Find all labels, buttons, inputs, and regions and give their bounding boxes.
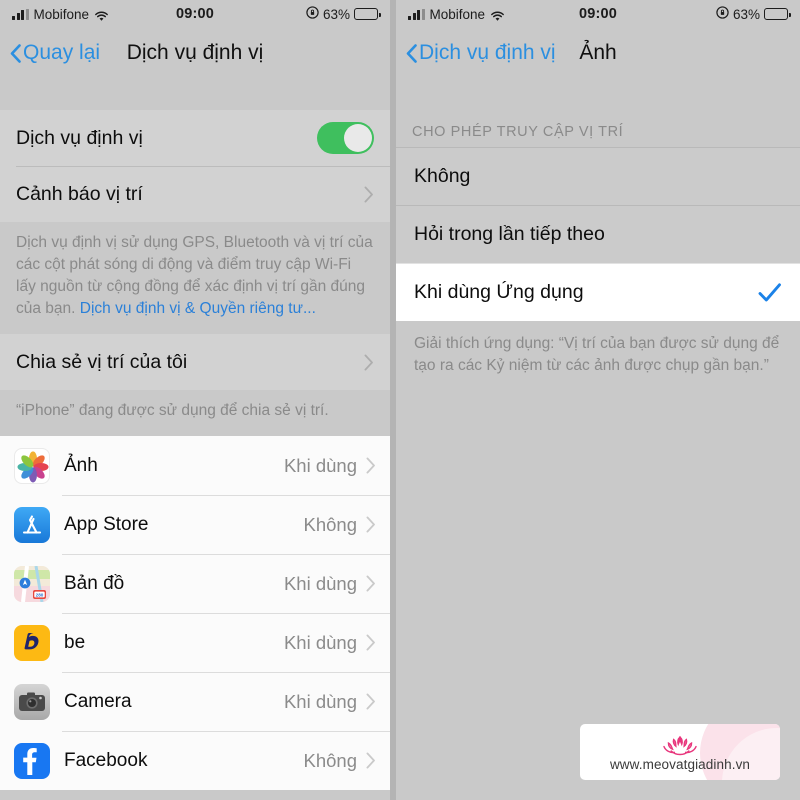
screenshot-root: Mobifone 09:00 63% Quay lại Dịch vụ định…	[0, 0, 800, 800]
location-services-description: Dịch vụ định vị sử dụng GPS, Bluetooth v…	[0, 222, 390, 334]
facebook-app-icon	[14, 742, 50, 779]
battery-percent-label: 63%	[322, 6, 350, 22]
chevron-right-icon	[366, 752, 376, 769]
spacer-top-right	[396, 78, 800, 110]
app-permission-value: Khi dùng	[283, 631, 357, 653]
app-permission-value: Khi dùng	[283, 572, 357, 594]
row-location-services[interactable]: Dịch vụ định vị	[0, 110, 390, 166]
chevron-right-icon	[366, 516, 376, 533]
app-row-camera[interactable]: Camera Khi dùng	[0, 672, 390, 731]
back-button-label: Dịch vụ định vị	[419, 41, 556, 64]
section-header-allow-location-access: CHO PHÉP TRUY CẬP VỊ TRÍ	[396, 110, 800, 147]
app-permissions-list: Ảnh Khi dùng App Store Không 280 Bản đồ …	[0, 436, 390, 790]
location-services-group: Dịch vụ định vị Cảnh báo vị trí	[0, 110, 390, 222]
app-name-label: Camera	[64, 690, 132, 712]
app-row-maps[interactable]: 280 Bản đồ Khi dùng	[0, 554, 390, 613]
app-row-photos[interactable]: Ảnh Khi dùng	[0, 436, 390, 495]
option-label: Hỏi trong lần tiếp theo	[414, 222, 605, 245]
status-bar-left: Mobifone 09:00 63%	[0, 0, 390, 28]
chevron-left-icon	[406, 43, 417, 63]
watermark-url: www.meovatgiadinh.vn	[609, 757, 751, 772]
chevron-right-icon	[366, 693, 376, 710]
option-label: Không	[414, 164, 471, 187]
photos-app-icon	[14, 447, 50, 484]
app-permission-value: Khi dùng	[283, 454, 357, 476]
location-services-toggle[interactable]	[317, 122, 374, 154]
app-explanation-text: Giải thích ứng dụng: “Vị trí của bạn đượ…	[396, 321, 800, 392]
option-row-while-using-app[interactable]: Khi dùng Ứng dụng	[396, 263, 800, 321]
share-location-group: Chia sẻ vị trí của tôi	[0, 334, 390, 390]
spacer-top-left	[0, 78, 390, 110]
chevron-right-icon	[364, 186, 374, 203]
battery-icon	[354, 8, 381, 20]
row-location-alerts-label: Cảnh báo vị trí	[16, 182, 143, 205]
app-name-label: App Store	[64, 513, 149, 535]
chevron-right-icon	[364, 354, 374, 371]
chevron-right-icon	[366, 634, 376, 651]
be-app-icon	[14, 624, 50, 661]
chevron-right-icon	[366, 457, 376, 474]
back-button-right[interactable]: Dịch vụ định vị	[406, 41, 556, 65]
app-name-label: Ảnh	[64, 454, 98, 476]
row-location-alerts[interactable]: Cảnh báo vị trí	[0, 166, 390, 222]
app-permission-value: Không	[303, 513, 358, 535]
camera-app-icon	[14, 683, 50, 720]
nav-bar-right: Dịch vụ định vị Ảnh	[396, 28, 800, 78]
row-share-my-location[interactable]: Chia sẻ vị trí của tôi	[0, 334, 390, 390]
app-permission-value: Không	[303, 749, 358, 771]
app-store-icon	[14, 506, 50, 543]
app-name-label: Facebook	[64, 749, 148, 771]
watermark: www.meovatgiadinh.vn	[580, 724, 780, 780]
row-share-my-location-label: Chia sẻ vị trí của tôi	[16, 350, 188, 373]
svg-text:280: 280	[36, 592, 44, 597]
app-row-be[interactable]: be Khi dùng	[0, 613, 390, 672]
option-row-ask-next-time[interactable]: Hỏi trong lần tiếp theo	[396, 205, 800, 263]
app-name-label: be	[64, 631, 86, 653]
chevron-left-icon	[10, 43, 21, 63]
rotation-lock-icon	[306, 6, 319, 22]
check-icon	[757, 280, 782, 305]
status-bar-right: Mobifone 09:00 63%	[396, 0, 800, 28]
battery-percent-label: 63%	[732, 6, 760, 22]
status-bar-right-group: 63%	[306, 6, 381, 22]
battery-icon	[764, 8, 791, 20]
privacy-link[interactable]: Dịch vụ định vị & Quyền riêng tư...	[80, 300, 316, 317]
chevron-right-icon	[366, 575, 376, 592]
nav-bar-left: Quay lại Dịch vụ định vị	[0, 28, 390, 78]
back-button-left[interactable]: Quay lại	[10, 41, 100, 65]
row-location-services-label: Dịch vụ định vị	[16, 126, 143, 149]
toggle-knob	[344, 124, 372, 152]
left-phone-panel: Mobifone 09:00 63% Quay lại Dịch vụ định…	[0, 0, 390, 800]
option-row-never[interactable]: Không	[396, 147, 800, 205]
app-name-label: Bản đồ	[64, 572, 125, 594]
lotus-flower-icon	[654, 733, 706, 757]
back-button-label: Quay lại	[23, 41, 101, 64]
option-label: Khi dùng Ứng dụng	[414, 280, 584, 303]
status-bar-right-group: 63%	[716, 6, 791, 22]
location-access-options: Không Hỏi trong lần tiếp theo Khi dùng Ứ…	[396, 147, 800, 321]
app-permission-value: Khi dùng	[283, 690, 357, 712]
share-location-footnote: “iPhone” đang được sử dụng để chia sẻ vị…	[0, 390, 390, 436]
app-row-facebook[interactable]: Facebook Không	[0, 731, 390, 790]
app-row-app-store[interactable]: App Store Không	[0, 495, 390, 554]
maps-app-icon: 280	[14, 565, 50, 602]
right-phone-panel: Mobifone 09:00 63% Dịch vụ định vị Ảnh C…	[396, 0, 800, 800]
rotation-lock-icon	[716, 6, 729, 22]
